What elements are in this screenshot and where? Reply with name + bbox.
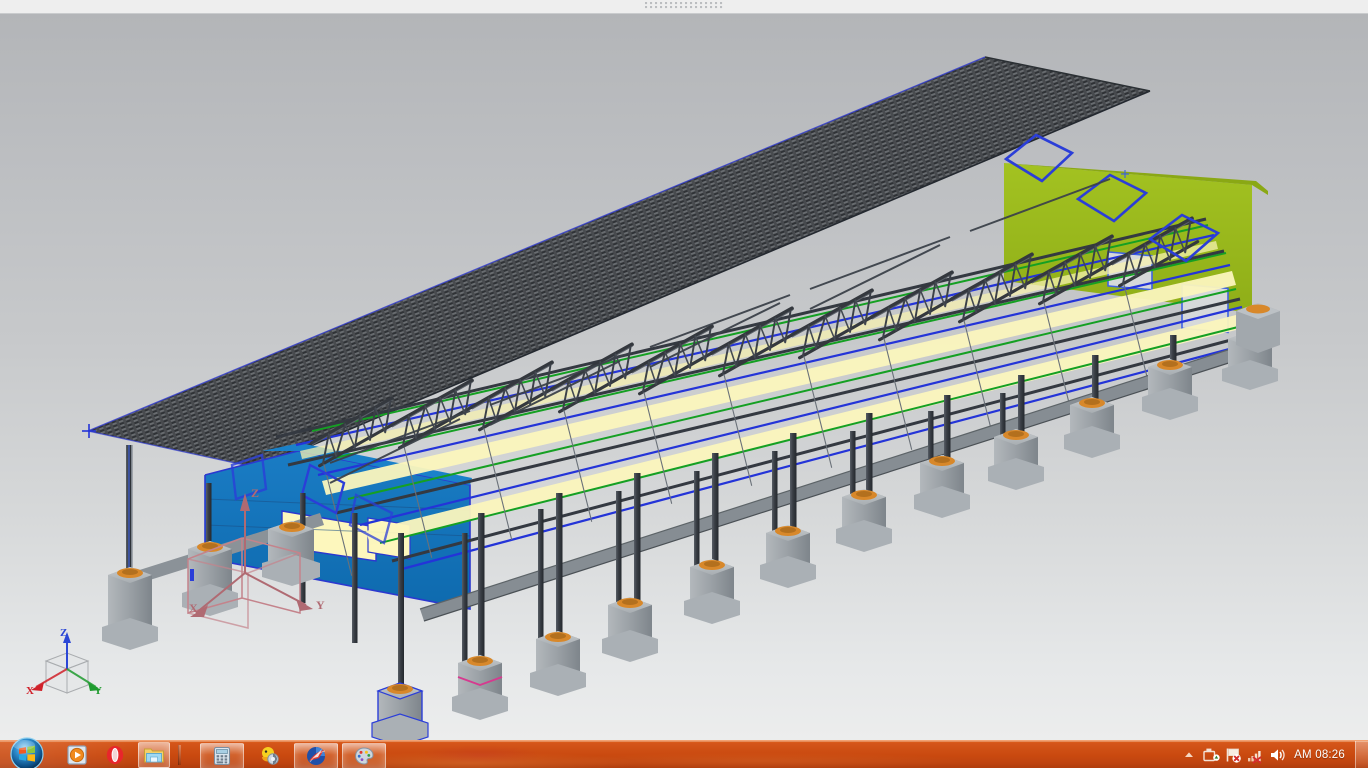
triad-x-label: X (26, 685, 34, 697)
chevron-up-icon (1185, 752, 1194, 757)
network-signal-icon[interactable] (1244, 744, 1266, 766)
paint-palette-icon (355, 747, 374, 765)
volume-speaker-icon[interactable] (1266, 744, 1288, 766)
show-desktop-button[interactable] (1355, 741, 1368, 768)
taskbar-clock[interactable]: AM 08:26 (1288, 749, 1355, 761)
calculator-icon (213, 746, 231, 766)
media-player-icon[interactable] (62, 743, 92, 767)
taskbar-divider (178, 745, 181, 765)
start-button[interactable] (4, 737, 50, 768)
image-viewer-icon (262, 747, 279, 765)
usb-eject-glyph (1203, 748, 1220, 762)
view-axis-triad[interactable]: X Y Z (10, 613, 120, 713)
system-tray: AM 08:26 (1178, 741, 1368, 768)
quick-launch-bar (62, 742, 189, 768)
triad-y-label: Y (94, 685, 102, 697)
speaker-glyph (1271, 749, 1285, 761)
image-viewer-window[interactable] (248, 744, 290, 768)
model-geometry (82, 56, 1280, 740)
taskbar: AM 08:26 (0, 737, 1368, 768)
opera-browser-icon[interactable] (100, 743, 130, 767)
paint-window[interactable] (342, 743, 386, 768)
safely-remove-hardware-icon[interactable] (1200, 744, 1222, 766)
calculator-window[interactable] (200, 743, 244, 768)
signal-bars-glyph (1248, 751, 1262, 764)
media-player-glyph (67, 745, 87, 765)
desktop-screen: X Y Z X Y Z AM 08:26 (0, 0, 1368, 768)
ucs-z-label: Z (251, 486, 260, 500)
show-hidden-icons-button[interactable] (1178, 744, 1200, 766)
3d-model-viewport[interactable]: X Y Z X Y Z (0, 13, 1368, 740)
windows-logo-icon (10, 737, 44, 768)
flag-warning-glyph (1226, 748, 1241, 763)
folder-glyph (144, 748, 164, 763)
toolbar-grip-handle[interactable] (645, 2, 723, 10)
action-center-flag-icon[interactable] (1222, 744, 1244, 766)
selected-node-marker (82, 424, 96, 438)
cad-app-window[interactable] (294, 743, 338, 768)
ucs-x-label: X (189, 601, 198, 615)
window-button-group (200, 743, 390, 768)
ucs-y-label: Y (316, 598, 325, 612)
file-explorer-icon[interactable] (138, 742, 170, 768)
cad-app-icon (307, 747, 326, 765)
triad-z-label: Z (60, 627, 68, 639)
top-toolbar-strip[interactable] (0, 0, 1368, 14)
opera-glyph (106, 746, 124, 764)
